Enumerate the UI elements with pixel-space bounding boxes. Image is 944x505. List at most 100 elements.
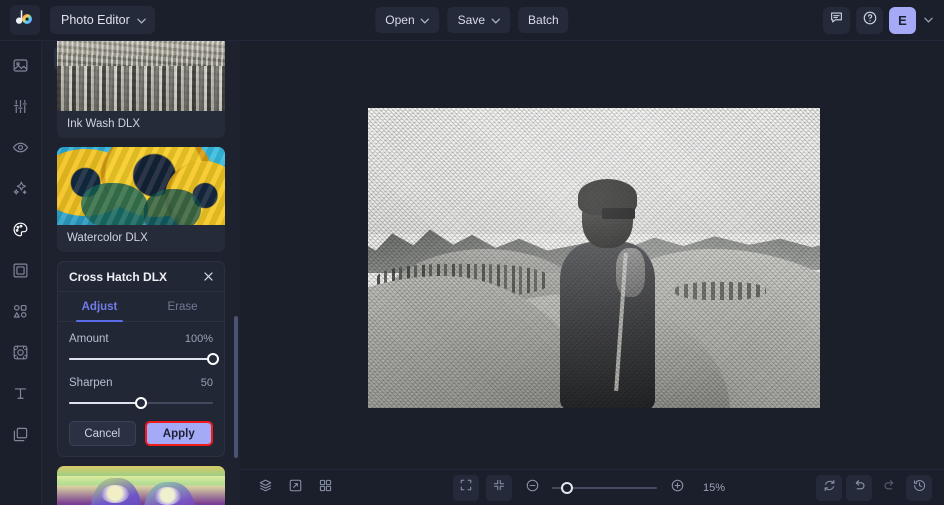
pop-art-thumb xyxy=(57,466,225,505)
sidebar-item-image[interactable] xyxy=(6,53,36,83)
shrink-view-button[interactable] xyxy=(486,474,512,501)
batch-button[interactable]: Batch xyxy=(518,7,569,33)
open-button[interactable]: Open xyxy=(375,7,440,33)
chevron-down-icon xyxy=(491,13,500,27)
canvas-area[interactable] xyxy=(240,41,944,505)
grid-view-button[interactable] xyxy=(312,475,338,501)
fit-screen-button[interactable] xyxy=(453,474,479,501)
zoom-out-icon xyxy=(525,478,540,498)
sidebar-item-retouch[interactable] xyxy=(6,135,36,165)
bottom-left-tools xyxy=(252,475,338,501)
zoom-out-button[interactable] xyxy=(519,475,545,501)
tab-erase[interactable]: Erase xyxy=(141,292,224,321)
effects-sidebar: Digital Art Ink Wash DLX Watercolor DLX xyxy=(42,41,240,505)
amount-slider-fill xyxy=(69,358,213,360)
bottom-bar: 15% xyxy=(240,469,944,505)
avatar-initial: E xyxy=(898,12,907,28)
zoom-percent-label: 15% xyxy=(703,481,726,494)
save-button-label: Save xyxy=(457,13,486,27)
app-logo-button[interactable] xyxy=(10,5,40,35)
effect-panel-tabs: Adjust Erase xyxy=(58,292,224,322)
sparkles-icon xyxy=(12,180,29,202)
account-actions-group: E xyxy=(823,6,935,34)
sidebar-item-layers[interactable] xyxy=(6,422,36,452)
image-icon xyxy=(12,57,29,79)
sharpen-slider-row: Sharpen 50 xyxy=(69,377,213,389)
photo-subject xyxy=(558,179,657,408)
bb-colorwheel-logo-icon xyxy=(15,8,35,32)
grid-view-icon xyxy=(318,478,333,498)
apply-button[interactable]: Apply xyxy=(146,423,211,444)
layers-icon xyxy=(258,478,273,498)
tab-adjust-label: Adjust xyxy=(81,300,118,313)
list-item-label: Ink Wash DLX xyxy=(67,118,141,130)
save-button[interactable]: Save xyxy=(447,7,511,33)
fit-screen-icon xyxy=(459,478,473,497)
ink-wash-thumb xyxy=(57,41,225,111)
amount-slider[interactable] xyxy=(69,352,219,366)
layers-panel-button[interactable] xyxy=(252,475,278,501)
amount-slider-knob[interactable] xyxy=(207,353,219,365)
undo-button[interactable] xyxy=(846,474,872,501)
text-t-icon xyxy=(12,385,29,407)
list-item-label: Watercolor DLX xyxy=(67,232,148,244)
list-item[interactable]: Ink Wash DLX xyxy=(57,41,225,138)
sliders-icon xyxy=(12,98,29,120)
sidebar-scrollbar[interactable] xyxy=(234,316,238,458)
zoom-slider[interactable] xyxy=(552,481,657,495)
open-button-label: Open xyxy=(385,13,415,27)
question-circle-icon xyxy=(862,10,878,31)
compare-icon xyxy=(288,478,303,498)
shrink-view-icon xyxy=(492,478,506,497)
sidebar-item-effects[interactable] xyxy=(6,217,36,247)
undo-icon xyxy=(852,478,867,498)
effect-panel-body: Amount 100% Sharpen 50 Cancel Apply xyxy=(58,322,224,456)
photo-content xyxy=(368,108,820,408)
apply-button-label: Apply xyxy=(162,427,195,440)
sidebar-item-text[interactable] xyxy=(6,381,36,411)
sidebar-item-elements[interactable] xyxy=(6,299,36,329)
reset-button[interactable] xyxy=(816,474,842,501)
top-bar: Photo Editor Open Save Batch E xyxy=(0,0,944,41)
file-actions-group: Open Save Batch xyxy=(375,7,569,33)
tab-adjust[interactable]: Adjust xyxy=(58,292,141,322)
cancel-button[interactable]: Cancel xyxy=(69,421,136,446)
chevron-down-icon xyxy=(137,13,146,27)
feedback-button[interactable] xyxy=(823,6,850,34)
apply-button-highlight: Apply xyxy=(144,421,213,446)
photo-editor-app: Photo Editor Open Save Batch E Ink Wash … xyxy=(0,0,944,505)
frame-icon xyxy=(12,262,29,284)
sharpen-slider-knob[interactable] xyxy=(135,397,147,409)
sharpen-slider[interactable] xyxy=(69,396,213,410)
amount-slider-row: Amount 100% xyxy=(69,333,213,345)
shapes-icon xyxy=(12,303,29,325)
list-item[interactable]: Watercolor DLX xyxy=(57,147,225,252)
canvas-photo[interactable] xyxy=(368,108,820,408)
sharpen-slider-label: Sharpen xyxy=(69,377,113,389)
watercolor-thumb xyxy=(57,147,225,225)
zoom-controls: 15% xyxy=(453,474,731,501)
sidebar-item-frames[interactable] xyxy=(6,258,36,288)
list-item[interactable]: Pop Art DLX xyxy=(57,466,225,505)
sidebar-item-ai[interactable] xyxy=(6,176,36,206)
avatar[interactable]: E xyxy=(889,6,916,34)
app-switcher-label: Photo Editor xyxy=(61,13,130,27)
help-button[interactable] xyxy=(856,6,883,34)
sidebar-item-overlays[interactable] xyxy=(6,340,36,370)
app-switcher-dropdown[interactable]: Photo Editor xyxy=(50,6,155,34)
sidebar-item-adjust[interactable] xyxy=(6,94,36,124)
zoom-slider-knob[interactable] xyxy=(561,481,574,494)
overlay-icon xyxy=(12,344,29,366)
effect-panel-title: Cross Hatch DLX xyxy=(69,269,168,284)
account-menu-chevron-down-icon[interactable] xyxy=(922,15,935,26)
history-button[interactable] xyxy=(906,474,932,501)
reset-icon xyxy=(822,478,837,498)
history-controls xyxy=(816,474,932,501)
redo-button[interactable] xyxy=(876,475,902,501)
effect-panel-header: Cross Hatch DLX xyxy=(58,262,224,292)
preset-list: Ink Wash DLX Watercolor DLX Cross Hatch … xyxy=(42,41,240,505)
zoom-in-button[interactable] xyxy=(664,475,690,501)
close-icon[interactable] xyxy=(203,270,214,284)
compare-button[interactable] xyxy=(282,475,308,501)
effect-panel-actions: Cancel Apply xyxy=(69,421,213,446)
